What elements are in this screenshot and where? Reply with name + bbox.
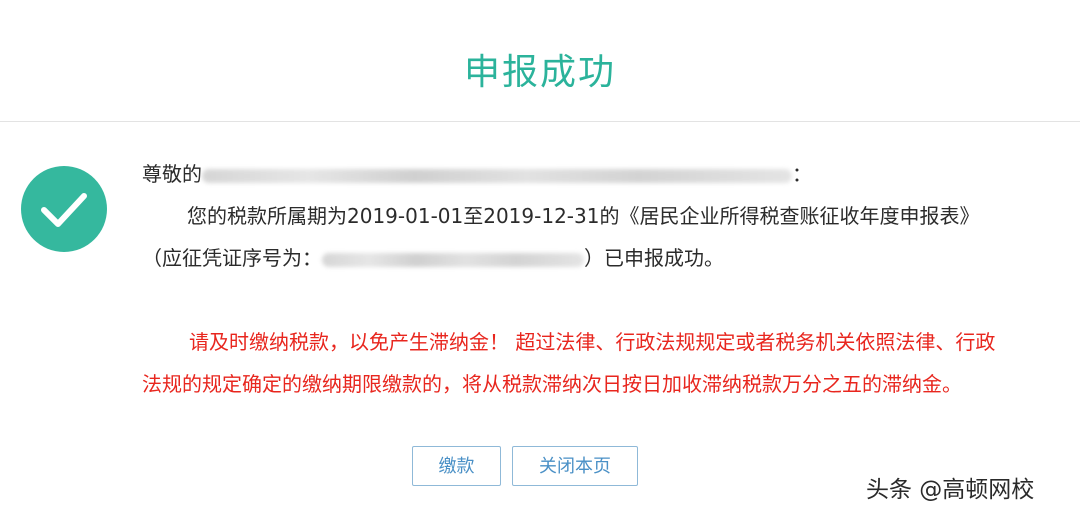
pay-button[interactable]: 缴款 bbox=[412, 446, 501, 486]
redacted-company-name bbox=[202, 168, 792, 183]
greeting-prefix: 尊敬的 bbox=[142, 162, 202, 186]
certificate-line: （应征凭证序号为： ）已申报成功。 bbox=[142, 244, 724, 272]
page-title: 申报成功 bbox=[463, 52, 616, 93]
check-circle-icon bbox=[21, 166, 107, 252]
close-page-button[interactable]: 关闭本页 bbox=[512, 446, 638, 486]
redacted-certificate-number bbox=[322, 252, 584, 267]
title-bar: 申报成功 bbox=[0, 0, 1080, 122]
tax-period-line: 您的税款所属期为2019-01-01至2019-12-31的《居民企业所得税查账… bbox=[187, 204, 980, 228]
cert-suffix: ）已申报成功。 bbox=[584, 246, 724, 270]
cert-prefix: （应征凭证序号为： bbox=[142, 246, 322, 270]
watermark-text: 头条 @高顿网校 bbox=[866, 477, 1035, 503]
late-fee-warning-line-1: 请及时缴纳税款，以免产生滞纳金！ 超过法律、行政法规规定或者税务机关依照法律、行… bbox=[189, 330, 996, 354]
greeting-line: 尊敬的 ： bbox=[142, 160, 812, 188]
greeting-suffix: ： bbox=[792, 162, 812, 186]
dialog-page: 申报成功 尊敬的 ： 您的税款所属期为2019-01-01至2019-12-31的… bbox=[0, 0, 1080, 521]
late-fee-warning-line-2: 法规的规定确定的缴纳期限缴款的，将从税款滞纳次日按日加收滞纳税款万分之五的滞纳金… bbox=[142, 372, 962, 396]
